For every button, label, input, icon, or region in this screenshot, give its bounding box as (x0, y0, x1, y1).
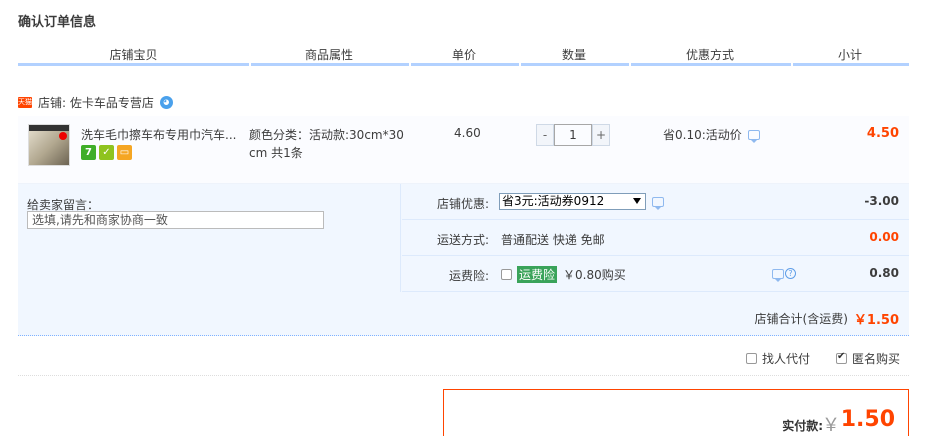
shop-name[interactable]: 店铺: 佐卡车品专营店 (38, 94, 154, 111)
shop-total-amount: ￥1.50 (853, 313, 899, 328)
shop-line: 天猫 店铺: 佐卡车品专营店 ◕ (18, 94, 173, 111)
seven-day-return-icon[interactable]: 7 (81, 145, 96, 160)
proxy-pay-option[interactable]: 找人代付 (746, 350, 810, 367)
wangwang-chat-icon[interactable]: ◕ (159, 96, 173, 109)
qty-input[interactable]: 1 (554, 124, 592, 146)
guarantee-icon[interactable]: ✓ (99, 145, 114, 160)
promo-message-icon[interactable] (747, 129, 760, 143)
insurance-row: 运费险: 运费险 ￥0.80购买 ? 0.80 (402, 256, 909, 292)
shipping-row: 运送方式: 普通配送 快递 免邮 0.00 (402, 220, 909, 256)
item-subtotal: 4.50 (866, 126, 899, 141)
product-thumbnail[interactable] (28, 124, 70, 166)
proxy-pay-checkbox[interactable] (746, 353, 757, 364)
page-title: 确认订单信息 (18, 15, 97, 30)
service-icons: 7 ✓ ▭ (81, 145, 132, 160)
qty-minus-button[interactable]: - (536, 124, 554, 146)
thumbnail-banner (29, 125, 69, 131)
coupon-row: 店铺优惠: 省3元:活动券0912 -3.00 (402, 184, 909, 220)
shop-total-label: 店铺合计(含运费) (754, 312, 848, 326)
card-pay-icon[interactable]: ▭ (117, 145, 132, 160)
promo-text: 省0.10:活动价 (663, 128, 742, 142)
proxy-pay-label: 找人代付 (762, 352, 811, 366)
shop-total: 店铺合计(含运费) ￥1.50 (755, 309, 899, 328)
coupon-label: 店铺优惠: (436, 197, 489, 211)
insurance-label: 运费险: (448, 269, 489, 283)
qty-plus-button[interactable]: + (592, 124, 610, 146)
quantity-stepper: - 1 + (536, 124, 610, 146)
product-title[interactable]: 洗车毛巾擦车布专用巾汽车... (81, 126, 239, 143)
column-header-attr: 商品属性 (304, 48, 353, 62)
promo-info: 省0.10:活动价 (663, 126, 760, 143)
payment-label: 实付款: (782, 419, 823, 433)
thumbnail-badge (59, 132, 67, 140)
insurance-message-icon[interactable] (772, 268, 784, 282)
insurance-tag: 运费险 (517, 266, 558, 283)
anonymous-label: 匿名购买 (852, 352, 901, 366)
order-item-row: 洗车毛巾擦车布专用巾汽车... 7 ✓ ▭ 颜色分类：活动款:30cm*30cm… (18, 116, 909, 184)
shipping-value: 0.00 (869, 230, 899, 244)
coupon-selected: 省3元:活动券0912 (502, 194, 605, 208)
tmall-badge: 天猫 (18, 97, 32, 108)
table-header: 店铺宝贝 商品属性 单价 数量 优惠方式 小计 (18, 40, 909, 66)
anonymous-checkbox[interactable] (836, 351, 847, 364)
shipping-method: 普通配送 快递 免邮 (501, 233, 605, 247)
purchase-options: 找人代付 匿名购买 (18, 340, 909, 376)
seller-memo: 给卖家留言： 选填,请先和商家协商一致 (18, 184, 401, 292)
currency-symbol: ￥ (822, 415, 840, 436)
question-icon[interactable]: ? (785, 268, 796, 279)
insurance-price: ￥0.80购买 (563, 268, 626, 282)
column-header-item: 店铺宝贝 (109, 48, 158, 62)
product-attributes: 颜色分类：活动款:30cm*30cm 共1条 (249, 128, 404, 160)
column-header-qty: 数量 (561, 48, 586, 62)
unit-price: 4.60 (454, 126, 481, 140)
column-header-price: 单价 (451, 48, 476, 62)
coupon-message-icon[interactable] (652, 197, 664, 210)
column-header-subtotal: 小计 (837, 48, 862, 62)
payment-amount: 1.50 (840, 407, 895, 432)
payment-summary: 实付款: ￥ 1.50 (443, 389, 909, 436)
shipping-label: 运送方式: (436, 233, 489, 247)
memo-input[interactable]: 选填,请先和商家协商一致 (27, 211, 324, 229)
coupon-select[interactable]: 省3元:活动券0912 (499, 193, 646, 210)
insurance-help: ? (772, 268, 796, 282)
column-header-promo: 优惠方式 (685, 48, 734, 62)
coupon-value: -3.00 (864, 194, 899, 208)
order-options-panel: 给卖家留言： 选填,请先和商家协商一致 店铺优惠: 省3元:活动券0912 -3… (18, 184, 909, 336)
insurance-option: 运费险 ￥0.80购买 (501, 266, 626, 283)
insurance-checkbox[interactable] (501, 269, 512, 280)
dropdown-arrow-icon (633, 198, 641, 204)
insurance-value: 0.80 (869, 266, 899, 280)
anonymous-option[interactable]: 匿名购买 (836, 350, 900, 367)
